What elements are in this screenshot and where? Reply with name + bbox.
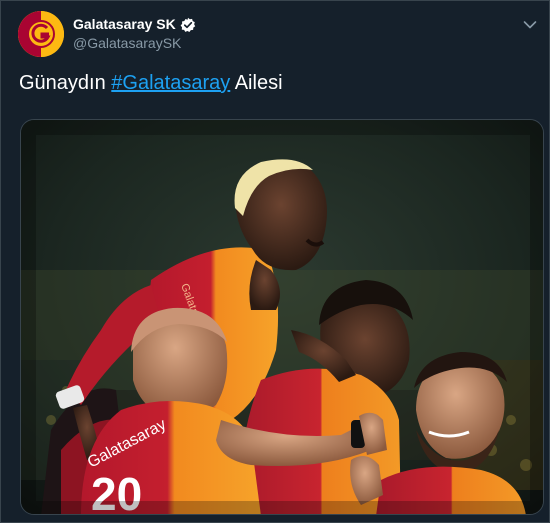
tweet-text-start: Günaydın xyxy=(19,72,112,94)
tweet-card: Galatasaray SK @GalatasaraySK Günaydın #… xyxy=(0,0,550,523)
tweet-header: Galatasaray SK @GalatasaraySK xyxy=(18,11,196,57)
galatasaray-crest-icon xyxy=(18,11,64,57)
team-celebration-photo: Galatasaray 20 Galatasaray xyxy=(21,120,543,514)
verified-badge-icon xyxy=(180,17,196,33)
tweet-text: Günaydın #Galatasaray Ailesi xyxy=(19,70,283,96)
display-name[interactable]: Galatasaray SK xyxy=(73,15,176,34)
name-row: Galatasaray SK xyxy=(73,15,196,34)
tweet-text-end: Ailesi xyxy=(230,72,283,94)
account-names: Galatasaray SK @GalatasaraySK xyxy=(73,15,196,53)
tweet-photo[interactable]: Galatasaray 20 Galatasaray xyxy=(20,119,544,515)
avatar[interactable] xyxy=(18,11,64,57)
hashtag-link[interactable]: #Galatasaray xyxy=(111,72,230,94)
chevron-down-icon[interactable] xyxy=(523,17,537,29)
account-handle[interactable]: @GalatasaraySK xyxy=(73,34,196,53)
